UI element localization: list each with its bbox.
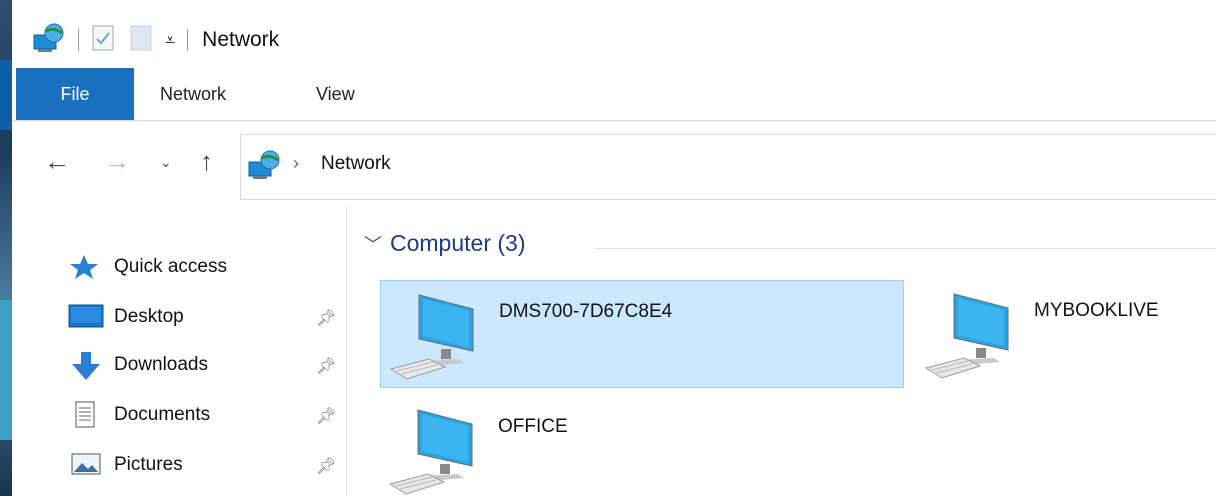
properties-icon[interactable] bbox=[91, 24, 115, 57]
recent-locations-button[interactable]: ⌄ bbox=[160, 154, 172, 171]
toolbar-separator bbox=[187, 29, 189, 51]
sidebar-item-quick-access[interactable]: Quick access bbox=[68, 250, 227, 284]
navigation-bar: ← → ⌄ ↑ › Network bbox=[12, 120, 1216, 206]
up-button[interactable]: ↑ bbox=[200, 146, 213, 177]
tab-view[interactable]: View bbox=[316, 68, 355, 120]
content-pane: ﹀ Computer (3) DMS700-7D67C8E4 MYBOOKLIV… bbox=[348, 206, 1216, 496]
pin-icon[interactable]: 📌︎ bbox=[316, 356, 336, 376]
desktop-icon bbox=[68, 303, 104, 331]
computer-name: OFFICE bbox=[498, 416, 568, 437]
computer-item[interactable]: DMS700-7D67C8E4 bbox=[380, 280, 904, 388]
computer-name: DMS700-7D67C8E4 bbox=[499, 301, 673, 322]
document-icon bbox=[68, 401, 104, 429]
sidebar-item-pictures[interactable]: Pictures bbox=[68, 448, 183, 482]
desktop-background-edge bbox=[0, 0, 12, 496]
background-segment bbox=[0, 300, 12, 440]
tab-network[interactable]: Network bbox=[160, 68, 226, 120]
group-header[interactable]: ﹀ Computer (3) bbox=[364, 230, 525, 257]
navigation-pane: Quick access Desktop 📌︎ Downloads 📌︎ Doc… bbox=[12, 206, 347, 496]
sidebar-item-desktop[interactable]: Desktop bbox=[68, 300, 184, 334]
new-folder-icon[interactable] bbox=[129, 24, 153, 57]
background-segment bbox=[0, 60, 12, 130]
window-title: Network bbox=[202, 28, 280, 51]
sidebar-item-downloads[interactable]: Downloads bbox=[68, 348, 208, 382]
tab-file[interactable]: File bbox=[16, 68, 134, 120]
computer-item[interactable]: MYBOOKLIVE bbox=[916, 280, 1206, 386]
address-bar[interactable]: › Network bbox=[240, 134, 1216, 200]
ribbon-tabs: File Network View bbox=[12, 68, 1216, 121]
computer-name: MYBOOKLIVE bbox=[1034, 300, 1159, 321]
pictures-icon bbox=[68, 451, 104, 479]
group-divider bbox=[596, 248, 1216, 249]
pin-icon[interactable]: 📌︎ bbox=[316, 406, 336, 426]
customize-toolbar-dropdown-icon[interactable]: ⩡ bbox=[165, 30, 175, 51]
sidebar-item-documents[interactable]: Documents bbox=[68, 398, 210, 432]
group-title: Computer (3) bbox=[390, 230, 526, 256]
computer-icon bbox=[388, 404, 484, 501]
sidebar-item-label: Documents bbox=[114, 404, 211, 425]
forward-button[interactable]: → bbox=[104, 146, 130, 177]
title-bar: ⩡ Network bbox=[12, 0, 1216, 78]
sidebar-item-label: Downloads bbox=[114, 354, 208, 375]
breadcrumb-network[interactable]: Network bbox=[321, 153, 391, 175]
pin-icon[interactable]: 📌︎ bbox=[316, 456, 336, 476]
toolbar-separator bbox=[78, 29, 79, 51]
sidebar-item-label: Desktop bbox=[114, 306, 184, 327]
quick-access-toolbar: ⩡ Network bbox=[32, 22, 279, 58]
computer-icon bbox=[389, 289, 485, 386]
sidebar-item-label: Pictures bbox=[114, 454, 183, 475]
chevron-down-icon: ﹀ bbox=[364, 234, 382, 255]
network-globe-icon[interactable] bbox=[32, 23, 66, 58]
sidebar-item-label: Quick access bbox=[114, 256, 227, 277]
network-globe-icon bbox=[247, 149, 283, 186]
computer-icon bbox=[924, 288, 1020, 385]
computer-item[interactable]: OFFICE bbox=[380, 396, 902, 502]
pin-icon[interactable]: 📌︎ bbox=[316, 308, 336, 328]
download-arrow-icon bbox=[68, 351, 104, 380]
breadcrumb-chevron-icon[interactable]: › bbox=[293, 153, 299, 174]
back-button[interactable]: ← bbox=[44, 146, 70, 177]
star-icon bbox=[68, 253, 104, 281]
